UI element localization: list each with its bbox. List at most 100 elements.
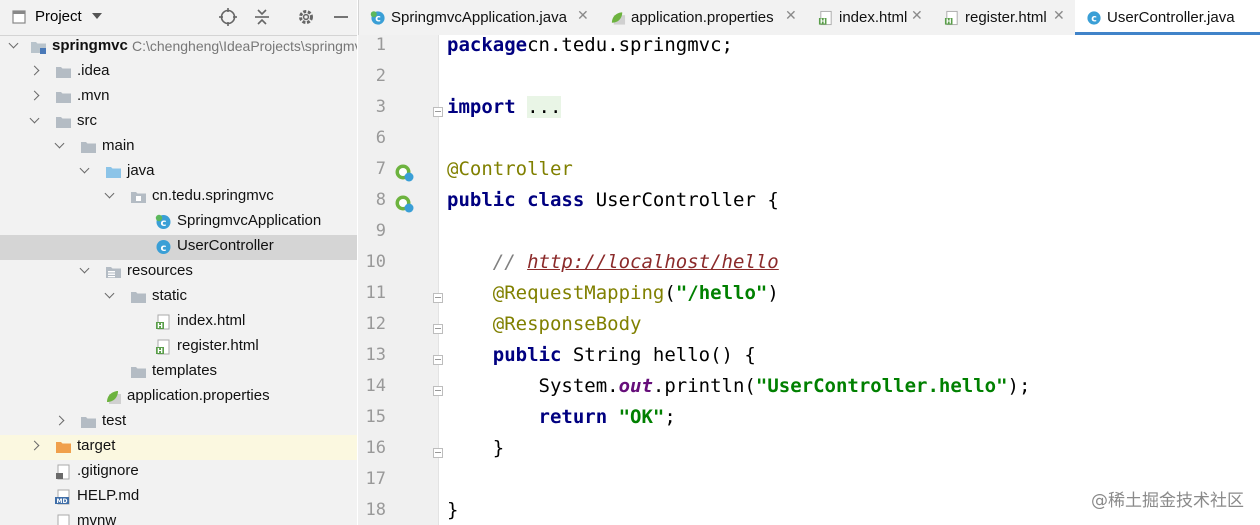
code-line[interactable]: public String hello() {	[447, 344, 756, 366]
chevron-down-icon[interactable]	[80, 264, 90, 274]
code-line[interactable]: return "OK";	[447, 406, 676, 428]
gitignore-file-icon	[55, 464, 72, 480]
tree-node[interactable]: mvnw	[0, 510, 357, 525]
source-folder-icon	[105, 164, 122, 180]
tree-node-label: static	[152, 287, 187, 304]
line-number: 18	[358, 500, 386, 520]
fold-marker-icon[interactable]	[433, 355, 443, 365]
code-line[interactable]: packagecn.tedu.springmvc;	[447, 34, 733, 56]
close-icon[interactable]: ✕	[1053, 8, 1065, 24]
code-line[interactable]: }	[447, 437, 504, 459]
code-line[interactable]: public class UserController {	[447, 189, 779, 211]
code-line[interactable]: @RequestMapping("/hello")	[447, 282, 779, 304]
chevron-down-icon[interactable]	[92, 13, 102, 19]
code-token	[447, 313, 493, 335]
tree-node[interactable]: c UserController	[0, 235, 357, 260]
svg-text:H: H	[157, 347, 163, 355]
chevron-down-icon[interactable]	[105, 289, 115, 299]
tree-node-label: index.html	[177, 312, 245, 329]
chevron-right-icon[interactable]	[30, 66, 40, 76]
tree-node[interactable]: springmvcC:\chengheng\IdeaProjects\sprin…	[0, 35, 357, 60]
chevron-down-icon[interactable]	[9, 39, 19, 49]
tree-node[interactable]: static	[0, 285, 357, 310]
chevron-down-icon[interactable]	[105, 189, 115, 199]
tree-node[interactable]: .idea	[0, 60, 357, 85]
folder-icon	[130, 289, 147, 305]
chevron-down-icon[interactable]	[55, 139, 65, 149]
tree-node[interactable]: main	[0, 135, 357, 160]
tree-node[interactable]: Hregister.html	[0, 335, 357, 360]
code-token: .println(	[653, 375, 756, 397]
code-token-fldd: ...	[527, 96, 561, 118]
fold-marker-icon[interactable]	[433, 386, 443, 396]
code-token	[447, 251, 493, 273]
tab-label: SpringmvcApplication.java	[391, 9, 567, 26]
spring-bean-icon[interactable]	[394, 162, 414, 182]
code-line[interactable]: @Controller	[447, 158, 573, 180]
fold-marker-icon[interactable]	[433, 324, 443, 334]
module-path: C:\chengheng\IdeaProjects\springmvc	[132, 38, 357, 54]
editor-gutter: 1236789101112131415161718	[358, 35, 439, 525]
tree-node[interactable]: src	[0, 110, 357, 135]
line-number: 17	[358, 469, 386, 489]
tree-node[interactable]: resources	[0, 260, 357, 285]
fold-marker-icon[interactable]	[433, 448, 443, 458]
tree-node[interactable]: java	[0, 160, 357, 185]
svg-text:H: H	[820, 18, 826, 26]
tree-node-label: application.properties	[127, 387, 270, 404]
tab-label: register.html	[965, 9, 1047, 26]
code-token: }	[447, 499, 458, 521]
code-line[interactable]: import ...	[447, 96, 561, 118]
editor-tab[interactable]: Hregister.html✕	[933, 0, 1075, 35]
tree-node[interactable]: cn.tedu.springmvc	[0, 185, 357, 210]
tree-node[interactable]: .gitignore	[0, 460, 357, 485]
editor-tab-bar: cSpringmvcApplication.java✕application.p…	[358, 0, 1260, 36]
code-token-kw: class	[527, 189, 584, 211]
tree-node-label: resources	[127, 262, 193, 279]
tree-node[interactable]: target	[0, 435, 357, 460]
chevron-right-icon[interactable]	[55, 416, 65, 426]
folder-icon	[80, 414, 97, 430]
close-icon[interactable]: ✕	[577, 8, 589, 24]
tree-node-label: templates	[152, 362, 217, 379]
editor-tab[interactable]: cUserController.java	[1075, 0, 1260, 35]
class-icon: c	[155, 239, 172, 255]
tree-node[interactable]: templates	[0, 360, 357, 385]
tree-node[interactable]: application.properties	[0, 385, 357, 410]
code-line[interactable]: // http://localhost/hello	[447, 251, 779, 273]
spring-bean-class-icon[interactable]	[394, 193, 414, 213]
tree-node-label: .idea	[77, 62, 110, 79]
fold-marker-icon[interactable]	[433, 293, 443, 303]
project-view-selector[interactable]: Project	[35, 8, 82, 25]
code-line[interactable]: @ResponseBody	[447, 313, 641, 335]
code-editor[interactable]: 1236789101112131415161718 packagecn.tedu…	[358, 35, 1260, 525]
tree-node[interactable]: cSpringmvcApplication	[0, 210, 357, 235]
chevron-down-icon[interactable]	[30, 114, 40, 124]
chevron-right-icon[interactable]	[30, 91, 40, 101]
code-line[interactable]: }	[447, 499, 458, 521]
gear-icon[interactable]	[296, 7, 316, 27]
tree-node[interactable]: .mvn	[0, 85, 357, 110]
tree-node[interactable]: test	[0, 410, 357, 435]
tree-node-label: .mvn	[77, 87, 110, 104]
close-icon[interactable]: ✕	[785, 8, 797, 24]
tree-node[interactable]: Hindex.html	[0, 310, 357, 335]
project-view-icon	[12, 10, 26, 24]
editor-tab[interactable]: Hindex.html✕	[807, 0, 933, 35]
line-number: 9	[358, 221, 386, 241]
editor-tab[interactable]: application.properties✕	[599, 0, 807, 35]
line-number: 13	[358, 345, 386, 365]
chevron-right-icon[interactable]	[30, 441, 40, 451]
tree-node[interactable]: MDHELP.md	[0, 485, 357, 510]
fold-marker-icon[interactable]	[433, 107, 443, 117]
chevron-down-icon[interactable]	[80, 164, 90, 174]
collapse-all-icon[interactable]	[252, 7, 272, 27]
editor-tab[interactable]: cSpringmvcApplication.java✕	[359, 0, 599, 35]
tree-node-label: cn.tedu.springmvc	[152, 187, 274, 204]
hide-panel-icon[interactable]	[331, 7, 351, 27]
code-line[interactable]: System.out.println("UserController.hello…	[447, 375, 1030, 397]
code-token-kw: import	[447, 96, 516, 118]
locate-file-icon[interactable]	[218, 7, 238, 27]
tree-node-label: UserController	[177, 237, 274, 254]
close-icon[interactable]: ✕	[911, 8, 923, 24]
